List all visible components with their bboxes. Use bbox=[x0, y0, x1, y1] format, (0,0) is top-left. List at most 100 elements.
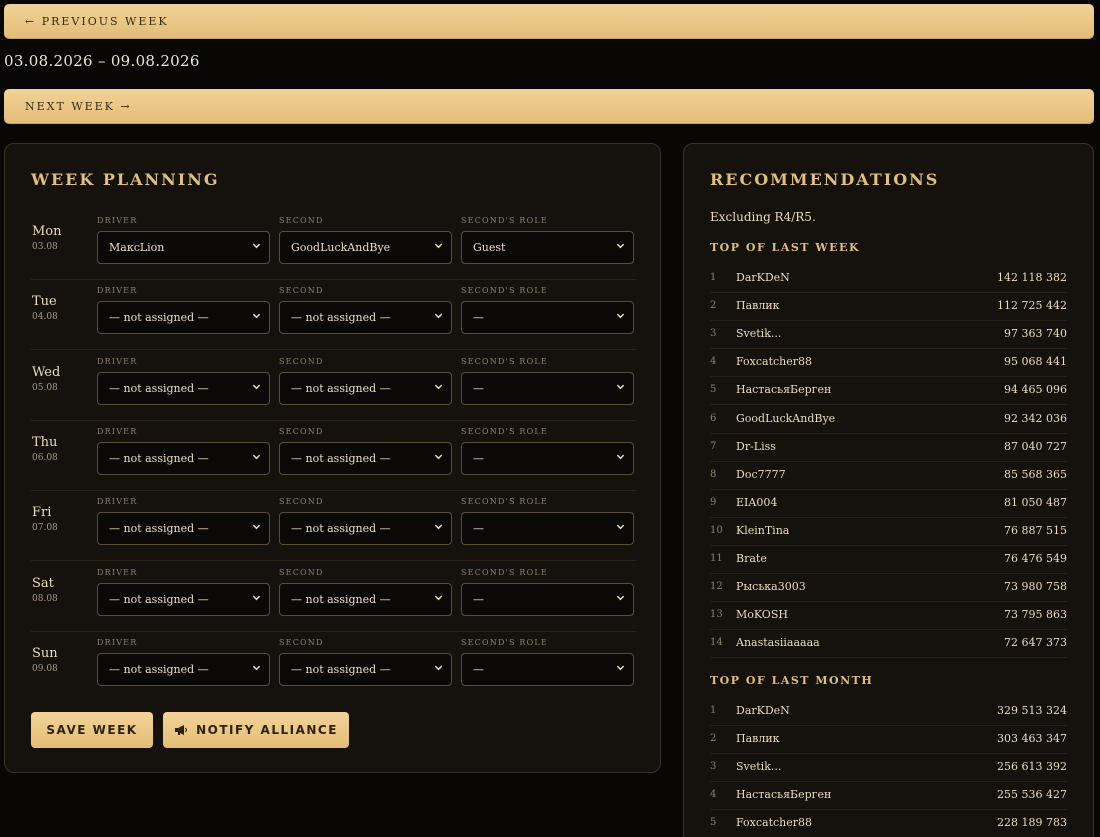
chevron-down-icon bbox=[434, 665, 443, 671]
chevron-down-icon bbox=[616, 595, 625, 600]
player-score: 92 342 036 bbox=[1004, 411, 1067, 425]
second-select-value: — not assigned — bbox=[291, 381, 391, 395]
ranking-row: 8 Doc7777 85 568 365 bbox=[710, 462, 1067, 490]
rank-number: 2 bbox=[710, 300, 717, 312]
second-role-select-value: — bbox=[473, 381, 484, 395]
driver-select[interactable]: — not assigned — bbox=[97, 441, 270, 475]
second-role-select[interactable]: — bbox=[461, 301, 634, 335]
day-row: Wed 05.08 DRIVER SECOND SECOND'S ROLE — … bbox=[31, 351, 636, 421]
second-select-value: — not assigned — bbox=[291, 311, 391, 325]
second-select-value: — not assigned — bbox=[291, 662, 391, 676]
second-select[interactable]: — not assigned — bbox=[279, 441, 452, 475]
second-select-value: — not assigned — bbox=[291, 522, 391, 536]
rank-number: 3 bbox=[710, 328, 717, 340]
day-date: 08.08 bbox=[32, 593, 58, 604]
second-role-label: SECOND'S ROLE bbox=[461, 637, 548, 647]
rank-number: 1 bbox=[710, 272, 717, 283]
player-name: Svetik... bbox=[736, 327, 782, 341]
ranking-row: 2 Павлик 112 725 442 bbox=[710, 293, 1067, 322]
second-role-label: SECOND'S ROLE bbox=[461, 286, 548, 296]
ranking-row: 4 Foxcatcher88 95 068 441 bbox=[710, 349, 1067, 378]
chevron-down-icon bbox=[252, 595, 261, 600]
chevron-down-icon bbox=[616, 454, 625, 460]
player-name: Foxcatcher88 bbox=[736, 355, 813, 369]
second-select[interactable]: — not assigned — bbox=[279, 301, 452, 335]
chevron-down-icon bbox=[252, 524, 261, 530]
second-role-select[interactable]: — bbox=[461, 441, 634, 475]
player-name: Павлик bbox=[736, 732, 780, 746]
ranking-row: 6 GoodLuckAndBye 92 342 036 bbox=[710, 406, 1067, 434]
player-score: 94 465 096 bbox=[1004, 383, 1067, 397]
second-role-select[interactable]: — bbox=[461, 652, 634, 686]
driver-select[interactable]: — not assigned — bbox=[97, 371, 270, 405]
second-role-select[interactable]: — bbox=[461, 371, 634, 405]
ranking-row: 11 Brate 76 476 549 bbox=[710, 546, 1067, 574]
player-name: Рыська3003 bbox=[736, 580, 806, 594]
notify-alliance-button[interactable]: NOTIFY ALLIANCE bbox=[163, 712, 349, 748]
ranking-row: 4 НастасьяБерген 255 536 427 bbox=[710, 782, 1067, 811]
day-date: 03.08 bbox=[32, 242, 58, 252]
previous-week-button[interactable]: ← PREVIOUS WEEK bbox=[4, 4, 1094, 39]
chevron-down-icon bbox=[616, 665, 625, 671]
player-name: Anastasiiaaaaa bbox=[736, 636, 820, 650]
save-week-button[interactable]: SAVE WEEK bbox=[31, 712, 153, 748]
player-score: 87 040 727 bbox=[1004, 439, 1067, 453]
player-score: 255 536 427 bbox=[997, 788, 1067, 802]
day-row: Fri 07.08 DRIVER SECOND SECOND'S ROLE — … bbox=[31, 491, 636, 562]
player-score: 81 050 487 bbox=[1004, 495, 1067, 509]
second-role-select-value: — bbox=[473, 311, 484, 325]
second-role-label: SECOND'S ROLE bbox=[461, 567, 548, 577]
day-name: Sat bbox=[32, 575, 54, 591]
driver-select-value: — not assigned — bbox=[109, 522, 209, 536]
second-role-select-value: — bbox=[473, 592, 484, 606]
second-label: SECOND bbox=[279, 356, 324, 366]
driver-select[interactable]: — not assigned — bbox=[97, 582, 270, 616]
second-select[interactable]: — not assigned — bbox=[279, 652, 452, 686]
driver-select[interactable]: — not assigned — bbox=[97, 652, 270, 686]
chevron-down-icon bbox=[434, 524, 443, 530]
day-date: 07.08 bbox=[32, 523, 58, 534]
player-score: 73 980 758 bbox=[1004, 580, 1067, 594]
day-date: 04.08 bbox=[32, 312, 58, 323]
player-score: 76 476 549 bbox=[1004, 552, 1067, 565]
second-role-select[interactable]: — bbox=[461, 512, 634, 546]
player-score: 303 463 347 bbox=[997, 732, 1067, 746]
driver-select[interactable]: MaксLion bbox=[97, 231, 270, 264]
chevron-down-icon bbox=[252, 243, 261, 249]
second-role-select[interactable]: — bbox=[461, 582, 634, 616]
second-select[interactable]: GoodLuckAndBye bbox=[279, 231, 452, 264]
player-score: 112 725 442 bbox=[997, 299, 1067, 313]
ranking-row: 10 KleinTina 76 887 515 bbox=[710, 518, 1067, 546]
recommendations-panel: RECOMMENDATIONS Excluding R4/R5. TOP OF … bbox=[683, 143, 1094, 837]
rank-number: 4 bbox=[710, 356, 717, 368]
second-select[interactable]: — not assigned — bbox=[279, 371, 452, 405]
driver-select[interactable]: — not assigned — bbox=[97, 301, 270, 335]
ranking-row: 1 DarKDeN 142 118 382 bbox=[710, 265, 1067, 293]
second-label: SECOND bbox=[279, 637, 324, 647]
driver-label: DRIVER bbox=[97, 497, 138, 507]
driver-label: DRIVER bbox=[97, 567, 138, 577]
rank-number: 6 bbox=[710, 412, 717, 424]
player-score: 73 795 863 bbox=[1004, 608, 1067, 622]
driver-select[interactable]: — not assigned — bbox=[97, 512, 270, 546]
day-row: Mon 03.08 DRIVER SECOND SECOND'S ROLE Ma… bbox=[31, 210, 636, 280]
driver-select-value: — not assigned — bbox=[109, 381, 209, 395]
player-name: Svetik... bbox=[736, 760, 782, 774]
top-last-week-title: TOP OF LAST WEEK bbox=[710, 241, 861, 254]
player-name: KleinTina bbox=[736, 523, 790, 537]
second-role-label: SECOND'S ROLE bbox=[461, 426, 548, 436]
driver-label: DRIVER bbox=[97, 216, 138, 225]
driver-select-value: — not assigned — bbox=[109, 592, 209, 606]
next-week-button[interactable]: NEXT WEEK → bbox=[4, 89, 1094, 124]
day-name: Mon bbox=[32, 224, 62, 239]
rank-number: 8 bbox=[710, 468, 717, 480]
second-label: SECOND bbox=[279, 216, 324, 225]
rank-number: 2 bbox=[710, 733, 717, 745]
second-select[interactable]: — not assigned — bbox=[279, 582, 452, 616]
second-role-select[interactable]: Guest bbox=[461, 231, 634, 264]
second-select[interactable]: — not assigned — bbox=[279, 512, 452, 546]
second-label: SECOND bbox=[279, 497, 324, 507]
day-row: Sat 08.08 DRIVER SECOND SECOND'S ROLE — … bbox=[31, 562, 636, 632]
chevron-down-icon bbox=[616, 384, 625, 389]
player-name: Павлик bbox=[736, 299, 780, 313]
